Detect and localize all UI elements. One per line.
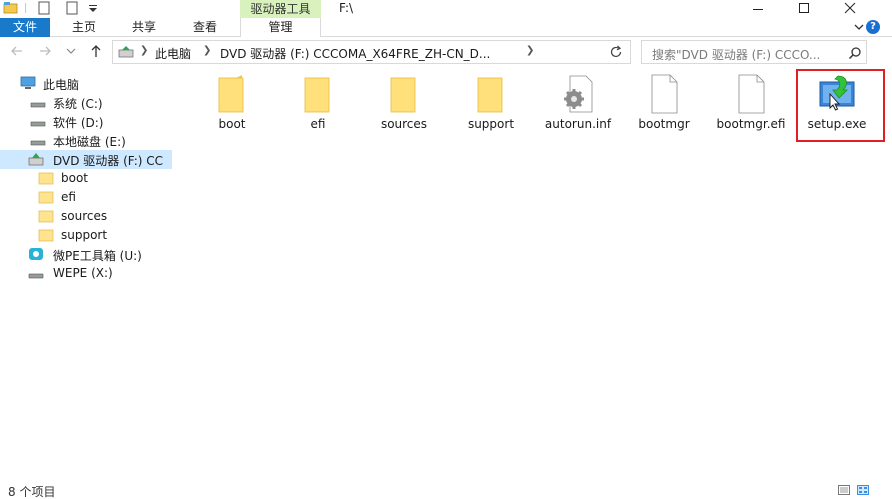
refresh-icon[interactable] (609, 45, 623, 59)
navigation-pane[interactable]: 此电脑 系统 (C:) 软件 (D:) 本地磁盘 (E:) DVD 驱动器 (F… (0, 66, 172, 480)
folder-icon (38, 191, 54, 204)
properties-icon[interactable] (38, 1, 51, 15)
folder-icon (38, 172, 54, 185)
maximize-button[interactable] (781, 0, 827, 18)
search-icon[interactable] (848, 46, 862, 60)
item-count: 8 个项目 (8, 485, 56, 499)
folder-icon (218, 75, 244, 113)
file-name: support (467, 117, 515, 131)
file-name: efi (310, 117, 326, 131)
sidebar-item-efi[interactable]: efi (0, 188, 172, 207)
minimize-button[interactable] (735, 0, 781, 18)
breadcrumb-separator-icon[interactable]: ❯ (526, 45, 534, 56)
drive-tools-context-tab: 驱动器工具 (240, 0, 321, 18)
new-folder-icon[interactable] (66, 1, 79, 15)
file-item-boot[interactable]: boot (194, 74, 270, 132)
breadcrumb-separator-icon[interactable]: ❯ (140, 45, 148, 56)
file-name: bootmgr (638, 117, 690, 131)
sidebar-item-wepe-toolbox-u[interactable]: 微PE工具箱 (U:) (0, 245, 172, 264)
search-box[interactable]: 搜索"DVD 驱动器 (F:) CCCO... (641, 40, 867, 64)
folder-icon (38, 210, 54, 223)
highlight-box (796, 69, 885, 142)
details-view-icon[interactable] (838, 485, 850, 495)
folder-icon (304, 77, 330, 113)
file-name: boot (218, 117, 246, 131)
ribbon-tabs: 文件 主页 共享 查看 管理 ? (0, 18, 892, 37)
tab-manage[interactable]: 管理 (240, 18, 321, 37)
tab-view[interactable]: 查看 (193, 18, 217, 37)
help-icon[interactable]: ? (866, 20, 880, 34)
address-bar[interactable]: ❯ 此电脑 ❯ DVD 驱动器 (F:) CCCOMA_X64FRE_ZH-CN… (112, 40, 713, 64)
explorer-app-icon[interactable] (3, 1, 18, 15)
file-item-efi[interactable]: efi (280, 74, 356, 132)
settings-file-icon (564, 75, 593, 113)
file-name: bootmgr.efi (716, 117, 786, 131)
file-item-support[interactable]: support (453, 74, 529, 132)
sidebar-item-drive-d[interactable]: 软件 (D:) (0, 112, 172, 131)
tab-file[interactable]: 文件 (0, 18, 50, 37)
large-icons-view-icon[interactable] (857, 485, 869, 495)
folder-icon (477, 77, 503, 113)
folder-icon (38, 229, 54, 242)
file-name: sources (380, 117, 428, 131)
breadcrumb-this-pc[interactable]: 此电脑 (155, 45, 191, 62)
toolbar-separator (25, 3, 26, 13)
sidebar-item-this-pc[interactable]: 此电脑 (0, 74, 172, 93)
title-bar: 驱动器工具 F:\ (0, 0, 892, 18)
sidebar-item-drive-e[interactable]: 本地磁盘 (E:) (0, 131, 172, 150)
sidebar-item-sources[interactable]: sources (0, 207, 172, 226)
folder-icon (390, 77, 416, 113)
sidebar-item-support[interactable]: support (0, 226, 172, 245)
search-input[interactable]: 搜索"DVD 驱动器 (F:) CCCO... (652, 46, 820, 63)
computer-icon (20, 76, 36, 89)
drive-icon (28, 273, 44, 279)
address-bar-row: ❯ 此电脑 ❯ DVD 驱动器 (F:) CCCOMA_X64FRE_ZH-CN… (0, 37, 892, 66)
expand-ribbon-chevron-icon[interactable] (853, 21, 865, 33)
drive-icon (30, 121, 46, 127)
tab-home[interactable]: 主页 (72, 18, 96, 37)
sidebar-item-dvd-drive-f[interactable]: DVD 驱动器 (F:) CC (0, 150, 172, 169)
file-icon (651, 74, 678, 114)
file-item-sources[interactable]: sources (366, 74, 442, 132)
file-list-area[interactable]: boot efi sources support autorun.inf boo… (180, 66, 892, 480)
sidebar-item-boot[interactable]: boot (0, 169, 172, 188)
drive-icon (30, 102, 46, 108)
forward-arrow-icon[interactable] (38, 44, 52, 58)
breadcrumb-separator-icon[interactable]: ❯ (203, 45, 211, 56)
sidebar-item-wepe-x[interactable]: WEPE (X:) (0, 264, 172, 283)
file-item-bootmgr[interactable]: bootmgr (626, 74, 702, 132)
window-title: F:\ (339, 1, 354, 15)
back-arrow-icon[interactable] (10, 44, 24, 58)
file-item-bootmgr-efi[interactable]: bootmgr.efi (713, 74, 789, 132)
file-icon (738, 74, 765, 114)
status-bar: 8 个项目 (0, 480, 892, 499)
up-arrow-icon[interactable] (89, 44, 103, 58)
file-name: autorun.inf (544, 117, 612, 131)
drive-icon (30, 140, 46, 146)
file-item-autorun-inf[interactable]: autorun.inf (540, 74, 616, 132)
close-button[interactable] (827, 0, 873, 18)
dvd-icon (28, 153, 44, 166)
recent-locations-chevron-icon[interactable] (64, 44, 78, 58)
breadcrumb-dvd-drive[interactable]: DVD 驱动器 (F:) CCCOMA_X64FRE_ZH-CN_D... (220, 45, 490, 62)
usb-drive-icon (29, 248, 43, 260)
tab-share[interactable]: 共享 (132, 18, 156, 37)
dvd-drive-icon (118, 46, 134, 58)
sidebar-item-drive-c[interactable]: 系统 (C:) (0, 93, 172, 112)
customize-toolbar-dropdown-icon[interactable] (88, 1, 98, 15)
